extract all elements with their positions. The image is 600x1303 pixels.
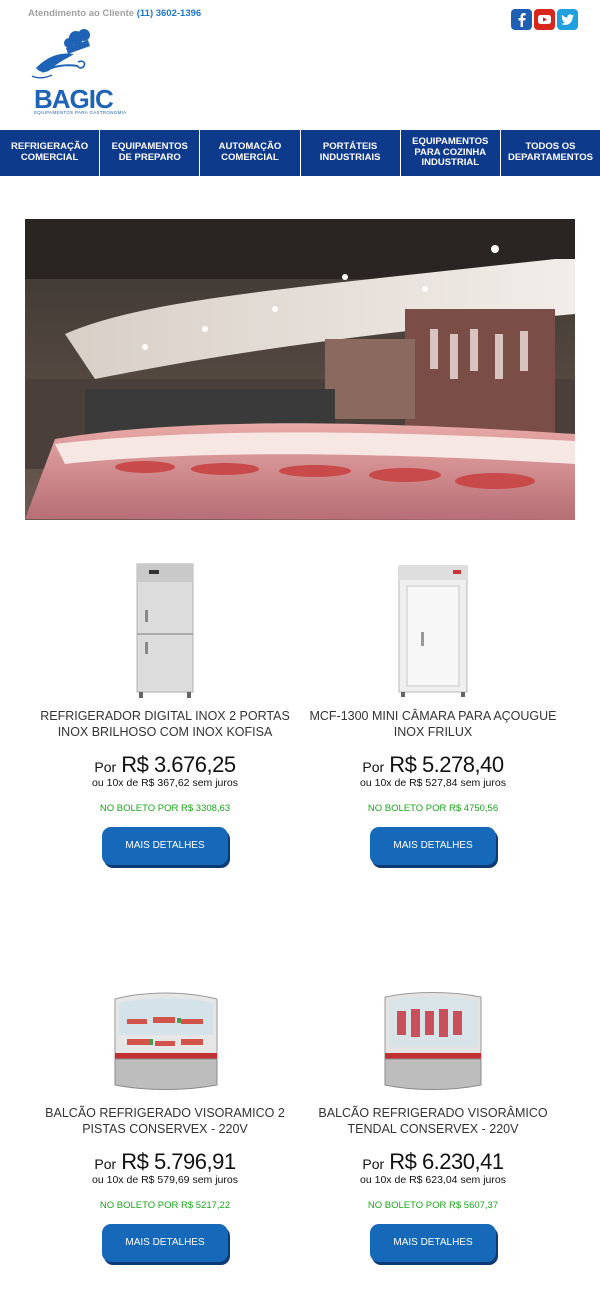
boleto-price: NO BOLETO POR R$ 4750,56 <box>367 803 499 814</box>
customer-service: Atendimento ao Cliente (11) 3602-1396 <box>28 8 201 19</box>
boleto-price: NO BOLETO POR R$ 5217,22 <box>99 1200 231 1211</box>
installments: ou 10x de R$ 367,62 sem juros <box>92 777 238 789</box>
bagic-logo[interactable]: BAGIC EQUIPAMENTOS PARA GASTRONOMIA <box>28 26 128 122</box>
details-button[interactable]: MAIS DETALHES <box>102 827 228 865</box>
butcher-counter-image <box>25 219 575 520</box>
nav-item-cozinha-industrial[interactable]: EQUIPAMENTOS PARA COZINHA INDUSTRIAL <box>401 130 501 176</box>
price-row: Por R$ 6.230,41 <box>298 1149 568 1175</box>
price-row: Por R$ 5.278,40 <box>298 752 568 778</box>
product-image[interactable] <box>298 558 568 698</box>
refrigerated-counter-tendal-image <box>384 992 482 1090</box>
support-label: Atendimento ao Cliente <box>28 8 135 19</box>
price-value: R$ 5.278,40 <box>389 752 504 777</box>
product-card: BALCÃO REFRIGERADO VISORAMICO 2 PISTAS C… <box>30 955 300 1262</box>
product-card: MCF-1300 MINI CÂMARA PARA AÇOUGUE INOX F… <box>298 558 568 865</box>
product-image[interactable] <box>30 558 300 698</box>
price-value: R$ 6.230,41 <box>389 1149 504 1174</box>
details-button[interactable]: MAIS DETALHES <box>370 827 496 865</box>
installments: ou 10x de R$ 623,04 sem juros <box>360 1174 506 1186</box>
product-card: REFRIGERADOR DIGITAL INOX 2 PORTAS INOX … <box>30 558 300 865</box>
nav-item-equipamentos-preparo[interactable]: EQUIPAMENTOS DE PREPARO <box>100 130 201 176</box>
product-name[interactable]: MCF-1300 MINI CÂMARA PARA AÇOUGUE INOX F… <box>298 708 568 742</box>
logo-subtitle: EQUIPAMENTOS PARA GASTRONOMIA <box>34 110 127 115</box>
price-row: Por R$ 5.796,91 <box>30 1149 300 1175</box>
product-card: BALCÃO REFRIGERADO VISORÂMICO TENDAL CON… <box>298 955 568 1262</box>
nav-item-automacao[interactable]: AUTOMAÇÃO COMERCIAL <box>200 130 301 176</box>
price-row: Por R$ 3.676,25 <box>30 752 300 778</box>
twitter-icon[interactable] <box>557 9 578 30</box>
support-phone[interactable]: (11) 3602-1396 <box>137 8 201 19</box>
header: Atendimento ao Cliente (11) 3602-1396 BA… <box>0 0 600 130</box>
product-name[interactable]: BALCÃO REFRIGERADO VISORÂMICO TENDAL CON… <box>298 1105 568 1139</box>
price-value: R$ 3.676,25 <box>121 752 236 777</box>
details-button[interactable]: MAIS DETALHES <box>102 1224 228 1262</box>
facebook-icon[interactable] <box>511 9 532 30</box>
refrigerator-2-doors-image <box>136 563 194 698</box>
nav-item-portateis[interactable]: PORTÁTEIS INDUSTRIAIS <box>301 130 401 176</box>
price-value: R$ 5.796,91 <box>121 1149 236 1174</box>
main-nav: REFRIGERAÇÃO COMERCIAL EQUIPAMENTOS DE P… <box>0 130 600 176</box>
hero-banner[interactable] <box>25 219 575 520</box>
details-button[interactable]: MAIS DETALHES <box>370 1224 496 1262</box>
product-name[interactable]: REFRIGERADOR DIGITAL INOX 2 PORTAS INOX … <box>30 708 300 742</box>
price-prefix: Por <box>94 1156 117 1172</box>
nav-item-todos-departamentos[interactable]: TODOS OS DEPARTAMENTOS <box>501 130 600 176</box>
refrigerated-counter-image <box>114 992 218 1090</box>
chef-hat-icon <box>31 29 90 79</box>
boleto-price: NO BOLETO POR R$ 5607,37 <box>367 1200 499 1211</box>
mini-chamber-image <box>398 565 468 697</box>
boleto-price: NO BOLETO POR R$ 3308,63 <box>99 803 231 814</box>
installments: ou 10x de R$ 527,84 sem juros <box>360 777 506 789</box>
product-name[interactable]: BALCÃO REFRIGERADO VISORAMICO 2 PISTAS C… <box>30 1105 300 1139</box>
product-image[interactable] <box>298 955 568 1095</box>
price-prefix: Por <box>362 1156 385 1172</box>
social-links <box>511 9 578 30</box>
youtube-icon[interactable] <box>534 9 555 30</box>
nav-item-refrigeracao[interactable]: REFRIGERAÇÃO COMERCIAL <box>0 130 101 176</box>
price-prefix: Por <box>362 759 385 775</box>
installments: ou 10x de R$ 579,69 sem juros <box>92 1174 238 1186</box>
price-prefix: Por <box>94 759 117 775</box>
product-image[interactable] <box>30 955 300 1095</box>
